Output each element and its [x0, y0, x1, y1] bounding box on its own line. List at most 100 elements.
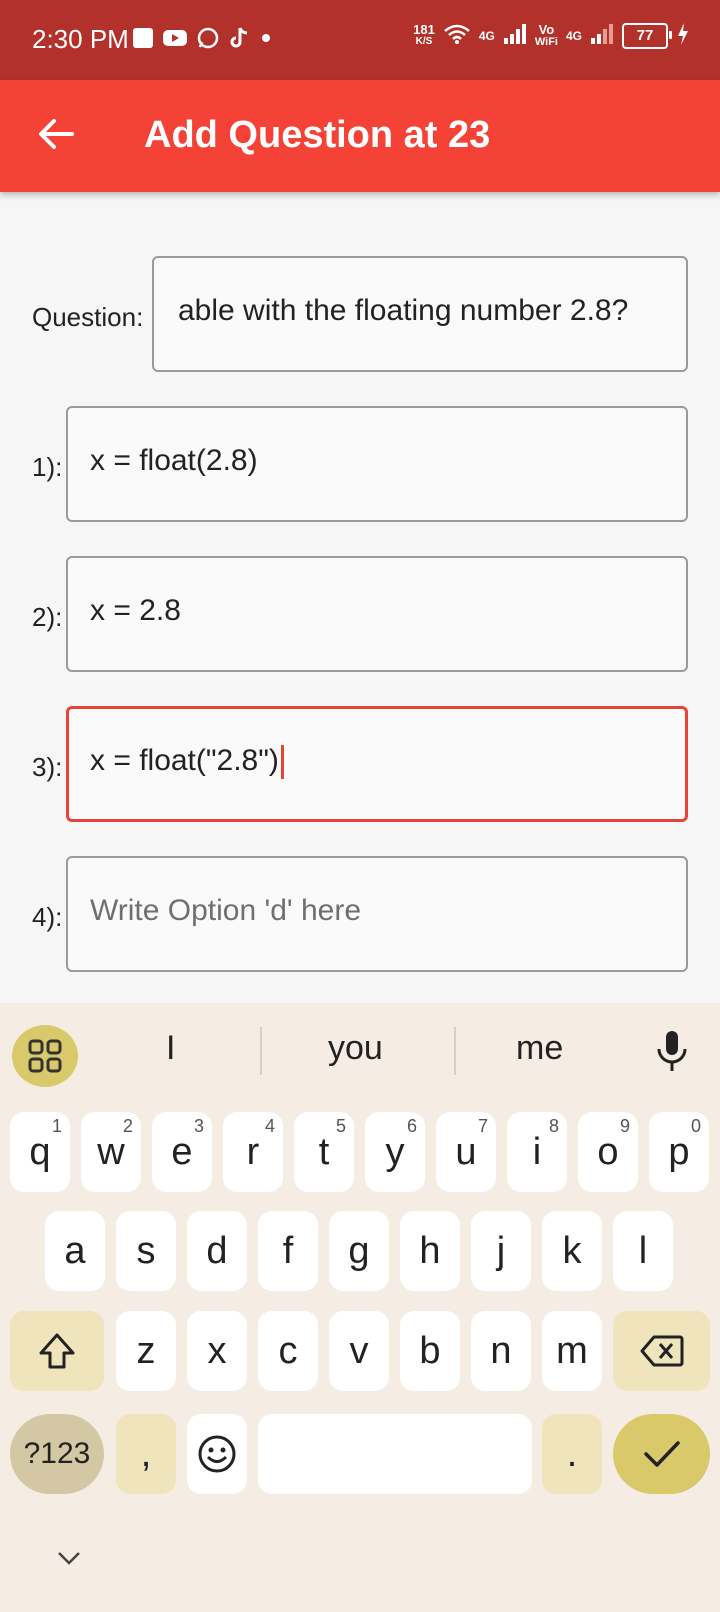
key-i[interactable]: i8 [507, 1112, 567, 1192]
page-title: Add Question at 23 [144, 114, 491, 156]
backspace-key[interactable] [613, 1311, 710, 1391]
key-v-label: v [349, 1329, 369, 1372]
question-label: Question: [32, 302, 144, 332]
key-b-label: b [419, 1329, 441, 1372]
emoji-icon [198, 1435, 236, 1473]
key-k[interactable]: k [542, 1211, 602, 1291]
suggestion-divider [454, 1027, 456, 1075]
network-speed-value: 181 [413, 21, 435, 37]
option-d-placeholder: Write Option 'd' here [90, 894, 362, 927]
volte-label: Vo [538, 21, 555, 37]
key-q-label: q [29, 1130, 51, 1173]
keyboard-apps-button[interactable] [12, 1025, 78, 1087]
key-u-label: u [455, 1130, 477, 1173]
microphone-icon[interactable] [654, 1029, 690, 1073]
key-q[interactable]: q1 [10, 1112, 70, 1192]
option-c-label: 3): [32, 752, 63, 782]
option-c-input[interactable]: x = float("2.8") [66, 706, 688, 822]
key-w-number: 2 [122, 1116, 133, 1136]
key-m-label: m [556, 1329, 588, 1372]
key-i-label: i [532, 1130, 542, 1173]
suggestion-3[interactable]: me [516, 1029, 563, 1068]
key-r-label: r [246, 1130, 260, 1173]
question-input[interactable]: able with the floating number 2.8? [152, 256, 688, 372]
key-v[interactable]: v [329, 1311, 389, 1391]
option-d-input[interactable]: Write Option 'd' here [66, 856, 688, 972]
key-e[interactable]: e3 [152, 1112, 212, 1192]
key-h-label: h [419, 1229, 441, 1272]
option-b-label: 2): [32, 602, 63, 632]
key-g-label: g [348, 1229, 370, 1272]
suggestion-1[interactable]: I [166, 1029, 175, 1068]
question-input-text: able with the floating number 2.8? [178, 294, 629, 327]
key-p[interactable]: p0 [649, 1112, 709, 1192]
period-key[interactable]: . [542, 1414, 602, 1494]
key-c-label: c [278, 1329, 298, 1372]
key-f[interactable]: f [258, 1211, 318, 1291]
tiktok-icon [228, 26, 250, 55]
hide-keyboard-chevron-icon[interactable] [56, 1548, 82, 1568]
key-r-number: 4 [264, 1116, 275, 1136]
key-o[interactable]: o9 [578, 1112, 638, 1192]
key-j-label: j [496, 1229, 506, 1272]
back-arrow-icon[interactable] [36, 114, 76, 154]
key-s-label: s [136, 1229, 156, 1272]
key-t-number: 5 [335, 1116, 346, 1136]
key-l[interactable]: l [613, 1211, 673, 1291]
key-p-label: p [668, 1130, 690, 1173]
key-d[interactable]: d [187, 1211, 247, 1291]
option-a-input[interactable]: x = float(2.8) [66, 406, 688, 522]
key-z[interactable]: z [116, 1311, 176, 1391]
signal-icon [503, 23, 527, 48]
key-h[interactable]: h [400, 1211, 460, 1291]
key-u-number: 7 [477, 1116, 488, 1136]
key-y-number: 6 [406, 1116, 417, 1136]
key-t[interactable]: t5 [294, 1112, 354, 1192]
key-j[interactable]: j [471, 1211, 531, 1291]
key-m[interactable]: m [542, 1311, 602, 1391]
comma-key[interactable]: , [116, 1414, 176, 1494]
key-r[interactable]: r4 [223, 1112, 283, 1192]
volte-wifi: Vo WiFi [535, 21, 558, 48]
option-a-text: x = float(2.8) [90, 444, 258, 477]
comma-key-label: , [140, 1432, 152, 1475]
option-c-content: x = float("2.8") [90, 744, 284, 780]
key-l-label: l [638, 1229, 648, 1272]
backspace-icon [640, 1335, 683, 1367]
shift-key[interactable] [10, 1311, 104, 1391]
sim1-network-type: 4G [478, 28, 495, 43]
whatsapp-icon [196, 26, 220, 55]
wifi-icon [443, 23, 471, 48]
key-z-label: z [136, 1329, 156, 1372]
key-g[interactable]: g [329, 1211, 389, 1291]
charging-icon [676, 22, 690, 49]
symbols-key[interactable]: ?123 [10, 1414, 104, 1494]
option-a-label: 1): [32, 452, 63, 482]
option-b-input[interactable]: x = 2.8 [66, 556, 688, 672]
key-s[interactable]: s [116, 1211, 176, 1291]
key-d-label: d [206, 1229, 228, 1272]
key-u[interactable]: u7 [436, 1112, 496, 1192]
key-e-number: 3 [193, 1116, 204, 1136]
key-b[interactable]: b [400, 1311, 460, 1391]
key-c[interactable]: c [258, 1311, 318, 1391]
key-y[interactable]: y6 [365, 1112, 425, 1192]
space-key[interactable] [258, 1414, 532, 1494]
key-n[interactable]: n [471, 1311, 531, 1391]
key-a[interactable]: a [45, 1211, 105, 1291]
option-c-text: x = float("2.8") [90, 744, 279, 777]
enter-key[interactable] [613, 1414, 710, 1494]
key-e-label: e [171, 1130, 193, 1173]
network-speed-unit: K/S [415, 35, 433, 47]
key-t-label: t [318, 1130, 330, 1173]
suggestion-2[interactable]: you [328, 1029, 383, 1068]
key-w[interactable]: w2 [81, 1112, 141, 1192]
key-o-label: o [597, 1130, 619, 1173]
emoji-key[interactable] [187, 1414, 247, 1494]
notification-icons [132, 26, 274, 55]
text-cursor [280, 745, 284, 780]
app-bar: Add Question at 23 [0, 80, 720, 192]
checkmark-icon [643, 1441, 680, 1467]
period-key-label: . [566, 1432, 578, 1475]
key-x[interactable]: x [187, 1311, 247, 1391]
